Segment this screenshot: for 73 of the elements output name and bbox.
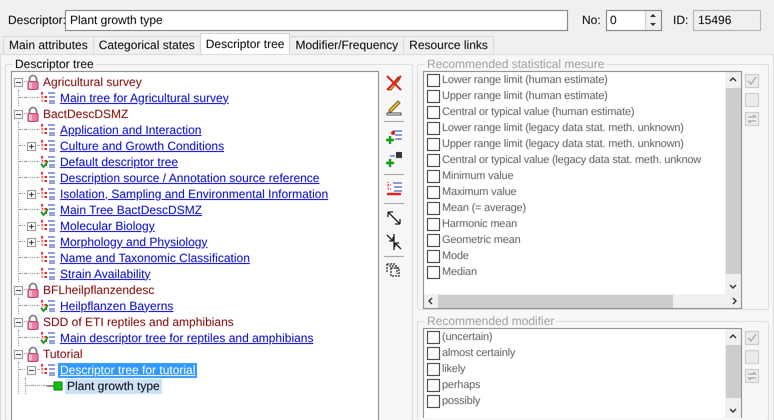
option-label: likely <box>442 362 466 377</box>
tree-link[interactable]: Main tree for Agricultural survey <box>58 90 231 106</box>
plus-box-icon[interactable] <box>26 238 36 246</box>
tree-link[interactable]: Culture and Growth Conditions <box>58 138 226 154</box>
project-node[interactable]: Tutorial <box>41 346 85 362</box>
descriptor-label: Descriptor: <box>8 12 65 29</box>
tree-link[interactable]: Name and Taxonomic Classification <box>58 250 252 266</box>
tree-link[interactable]: Morphology and Physiology <box>58 234 210 250</box>
option-label: Median <box>442 264 477 280</box>
plus-box-icon[interactable] <box>26 222 36 230</box>
project-node[interactable]: BFLheilpflanzendesc <box>41 282 156 298</box>
project-node[interactable]: Agricultural survey <box>41 74 144 90</box>
group-title: Descriptor tree <box>14 57 95 71</box>
group-title: Recommended statistical mesure <box>426 57 606 71</box>
number-label: No: <box>582 12 602 29</box>
minus-box-icon[interactable] <box>14 110 22 118</box>
scrollbar[interactable] <box>725 72 741 294</box>
option-label: possibly <box>442 394 480 409</box>
minus-box-icon[interactable] <box>14 286 22 294</box>
tree-link[interactable]: Description source / Annotation source reference <box>58 170 322 186</box>
minus-box-icon[interactable] <box>26 366 36 374</box>
descriptor-field[interactable]: Plant growth type <box>65 10 568 30</box>
lock-icon <box>27 282 39 298</box>
tree-link[interactable]: Application and Interaction <box>58 122 204 138</box>
option-label: Harmonic mean <box>442 216 518 232</box>
option-label: Maximum value <box>442 184 516 200</box>
tree-link[interactable]: Heilpflanzen Bayerns <box>58 298 176 314</box>
group-title: Recommended modifier <box>426 314 556 328</box>
option-label: Mean (= average) <box>442 200 526 216</box>
minus-box-icon[interactable] <box>14 78 22 86</box>
tab[interactable]: Descriptor tree <box>200 33 290 54</box>
tab[interactable]: Main attributes <box>3 36 94 54</box>
option-label: Lower range limit (human estimate) <box>442 72 608 88</box>
scrollbar[interactable] <box>725 329 741 418</box>
plus-box-icon[interactable] <box>26 190 36 198</box>
minus-box-icon[interactable] <box>14 350 22 358</box>
tree-link[interactable]: Isolation, Sampling and Environmental Information <box>58 186 330 202</box>
option-label: Lower range limit (legacy data stat. meth. unknown) <box>442 120 684 136</box>
character-icon <box>47 381 63 391</box>
project-node[interactable]: BactDescDSMZ <box>41 106 130 122</box>
option-label: Central or typical value (human estimate) <box>442 104 634 120</box>
id-field: 15496 <box>693 10 761 30</box>
option-label: perhaps <box>442 378 480 393</box>
lock-icon <box>27 314 39 330</box>
option-label: Upper range limit (legacy data stat. meth. unknown) <box>442 136 684 152</box>
id-label: ID: <box>673 12 690 29</box>
delete-icon[interactable] <box>384 73 404 93</box>
option-label: (uncertain) <box>442 330 492 345</box>
scrollbar[interactable] <box>423 294 742 309</box>
option-label: Geometric mean <box>442 232 521 248</box>
option-label: Upper range limit (human estimate) <box>442 88 608 104</box>
option-label: Mode <box>442 248 469 264</box>
plus-box-icon[interactable] <box>26 142 36 150</box>
tree-link[interactable]: Default descriptor tree <box>58 154 180 170</box>
add-block-icon[interactable] <box>384 150 404 170</box>
lock-icon <box>27 106 39 122</box>
option-label: Central or typical value (legacy data stat. meth. unknow <box>442 152 702 168</box>
number-spinner[interactable]: 0 <box>606 10 662 30</box>
tree-item[interactable]: Plant growth type <box>65 378 162 394</box>
option-label: Minimum value <box>442 168 514 184</box>
minus-box-icon[interactable] <box>14 318 22 326</box>
tab[interactable]: Resource links <box>403 36 494 54</box>
tab[interactable]: Categorical states <box>92 36 201 54</box>
collapse-icon[interactable] <box>384 232 404 252</box>
tree-link[interactable]: Main Tree BactDescDSMZ <box>58 202 204 218</box>
lock-icon <box>27 74 39 90</box>
option-label: almost certainly <box>442 346 516 361</box>
tree-link[interactable]: Main descriptor tree for reptiles and amphibians <box>58 330 316 346</box>
tree-link[interactable]: Molecular Biology <box>58 218 157 234</box>
tree-link[interactable]: Strain Availability <box>58 266 152 282</box>
project-node[interactable]: SDD of ETI reptiles and amphibians <box>41 314 236 330</box>
lock-icon <box>27 346 39 362</box>
tab[interactable]: Modifier/Frequency <box>289 36 404 54</box>
